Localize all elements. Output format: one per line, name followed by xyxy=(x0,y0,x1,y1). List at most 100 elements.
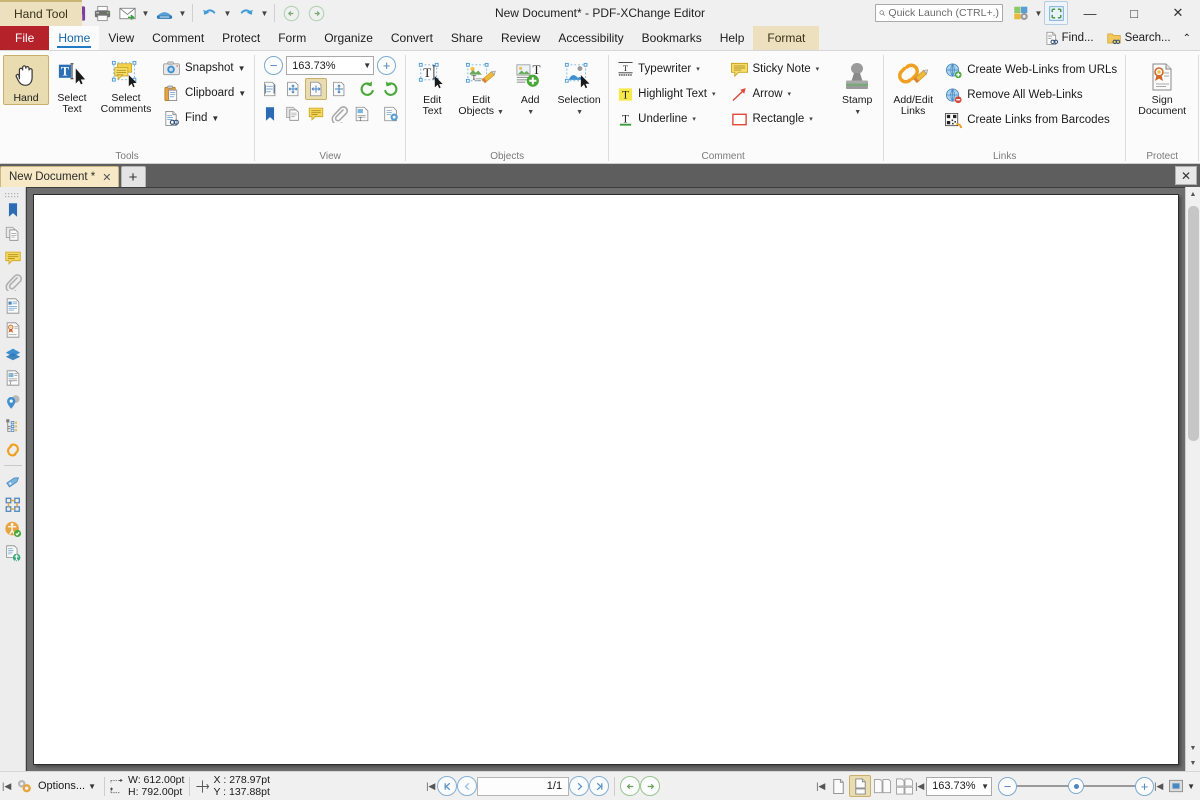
two-pages-icon[interactable] xyxy=(871,775,893,797)
menu-item-comment[interactable]: Comment xyxy=(143,26,213,50)
bookmarks-panel-icon[interactable] xyxy=(1,198,25,222)
add-edit-links-button[interactable]: Add/Edit Links xyxy=(887,57,939,118)
menu-item-file[interactable]: File xyxy=(0,26,50,50)
email-icon[interactable] xyxy=(115,1,139,25)
fullscreen-dropdown-caret-icon[interactable]: ▼ xyxy=(1187,782,1195,791)
vertical-scrollbar[interactable]: ▲ ▼ ▼ xyxy=(1185,187,1200,771)
sticky-note-button[interactable]: Sticky Note ▾ xyxy=(725,57,825,81)
menu-item-review[interactable]: Review xyxy=(492,26,549,50)
email-dropdown-caret-icon[interactable]: ▼ xyxy=(140,1,151,25)
first-page-button[interactable] xyxy=(437,776,458,796)
signatures-panel-icon[interactable] xyxy=(1,318,25,342)
redo-icon[interactable] xyxy=(234,1,258,25)
find-ribbon-button[interactable]: Find ▼ xyxy=(157,106,251,130)
two-pages-continuous-icon[interactable] xyxy=(893,775,915,797)
next-view-button[interactable] xyxy=(640,776,661,796)
thumbnails-panel-icon[interactable] xyxy=(1,222,25,246)
clipboard-dropdown-caret-icon[interactable]: ▼ xyxy=(238,89,246,98)
scan-dropdown-caret-icon[interactable]: ▼ xyxy=(177,1,188,25)
structure-panel-icon[interactable] xyxy=(1,414,25,438)
selection-button[interactable]: Selection ▼ xyxy=(553,57,605,119)
options-dropdown-caret-icon[interactable]: ▼ xyxy=(88,782,96,791)
fit-visible-icon[interactable] xyxy=(328,78,350,100)
comments-panel-icon[interactable] xyxy=(1,246,25,270)
typewriter-dropdown-caret-icon[interactable]: ▾ xyxy=(696,65,700,73)
selection-dropdown-caret-icon[interactable]: ▼ xyxy=(576,109,583,116)
sign-document-button[interactable]: Sign Document xyxy=(1131,57,1193,118)
zoom-in-button[interactable]: + xyxy=(377,56,397,75)
thumbnails-panel-icon[interactable] xyxy=(282,103,304,125)
document-tab-new-document[interactable]: New Document * ✕ xyxy=(0,166,119,187)
typewriter-button[interactable]: T Typewriter ▾ xyxy=(612,57,720,81)
edit-objects-button[interactable]: T Edit Objects ▼ xyxy=(455,57,507,119)
fullscreen-mode-icon[interactable] xyxy=(1165,775,1187,797)
menu-item-help[interactable]: Help xyxy=(711,26,754,50)
content-panel-icon[interactable]: T xyxy=(1,366,25,390)
create-links-from-barcodes-button[interactable]: Create Links from Barcodes xyxy=(939,108,1122,132)
scrollbar-thumb[interactable] xyxy=(1187,206,1199,441)
maximize-button[interactable]: □ xyxy=(1112,0,1156,26)
contextual-tab-format[interactable]: Format Hand Tool xyxy=(0,0,820,50)
underline-dropdown-caret-icon[interactable]: ▾ xyxy=(692,115,696,123)
search-button[interactable]: Search... xyxy=(1101,27,1176,49)
minimize-button[interactable]: — xyxy=(1068,0,1112,26)
rotate-right-icon[interactable] xyxy=(380,78,402,100)
menu-item-view[interactable]: View xyxy=(99,26,143,50)
rectangle-dropdown-caret-icon[interactable]: ▾ xyxy=(809,115,813,123)
actual-size-icon[interactable] xyxy=(259,78,281,100)
rotate-left-icon[interactable] xyxy=(357,78,379,100)
sticky-note-dropdown-caret-icon[interactable]: ▾ xyxy=(816,65,820,73)
menu-item-convert[interactable]: Convert xyxy=(382,26,442,50)
arrow-dropdown-caret-icon[interactable]: ▾ xyxy=(788,90,792,98)
undo-dropdown-caret-icon[interactable]: ▼ xyxy=(222,1,233,25)
clipboard-button[interactable]: Clipboard ▼ xyxy=(157,81,251,105)
tags-panel-icon[interactable] xyxy=(1,493,25,517)
stamp-button[interactable]: Stamp ▼ xyxy=(834,57,880,119)
chevron-down-icon[interactable]: ▼ xyxy=(981,782,989,791)
fit-width-icon[interactable] xyxy=(304,78,327,100)
highlight-text-dropdown-caret-icon[interactable]: ▾ xyxy=(712,90,716,98)
content-panel-icon[interactable]: T xyxy=(351,103,373,125)
underline-button[interactable]: T Underline ▾ xyxy=(612,107,720,131)
nav-group-grip[interactable]: |◀ xyxy=(426,781,437,792)
print-icon[interactable] xyxy=(90,1,114,25)
destinations-panel-icon[interactable] xyxy=(1,390,25,414)
find-dropdown-caret-icon[interactable]: ▼ xyxy=(211,114,219,123)
previous-page-button[interactable] xyxy=(457,776,478,796)
select-text-button[interactable]: T Select Text xyxy=(49,55,95,116)
layers-panel-icon[interactable] xyxy=(1,342,25,366)
single-page-continuous-icon[interactable] xyxy=(849,775,872,797)
pdf-page[interactable] xyxy=(33,194,1179,765)
links-panel-icon[interactable] xyxy=(1,438,25,462)
create-web-links-button[interactable]: Create Web-Links from URLs xyxy=(939,58,1122,82)
forward-icon[interactable] xyxy=(304,1,328,25)
attachments-panel-icon[interactable] xyxy=(328,103,350,125)
scroll-down-icon[interactable]: ▼ xyxy=(1185,741,1200,756)
menu-item-share[interactable]: Share xyxy=(442,26,492,50)
highlight-text-button[interactable]: T Highlight Text ▾ xyxy=(612,82,720,106)
reading-order-panel-icon[interactable] xyxy=(1,541,25,565)
back-icon[interactable] xyxy=(279,1,303,25)
layout-group-grip[interactable]: |◀ xyxy=(816,781,827,792)
close-document-button[interactable]: ✕ xyxy=(1175,166,1197,185)
statusbar-zoom-out-button[interactable]: − xyxy=(998,776,1018,796)
document-tab-close-icon[interactable]: ✕ xyxy=(100,171,113,184)
scan-icon[interactable] xyxy=(152,1,176,25)
fullscreen-icon[interactable] xyxy=(1044,1,1068,25)
page-number-input[interactable]: 1/1 xyxy=(477,776,570,796)
menu-item-organize[interactable]: Organize xyxy=(315,26,382,50)
chevron-down-icon[interactable]: ▼ xyxy=(363,61,371,70)
fit-page-icon[interactable] xyxy=(282,78,304,100)
find-button[interactable]: Find... xyxy=(1039,27,1099,49)
statusbar-zoom-combobox[interactable]: 163.73% ▼ xyxy=(926,776,993,796)
stamp-dropdown-caret-icon[interactable]: ▼ xyxy=(854,109,861,116)
snapshot-button[interactable]: Snapshot ▼ xyxy=(157,56,251,80)
hand-tool-button[interactable]: Hand xyxy=(3,55,49,105)
arrow-button[interactable]: Arrow ▾ xyxy=(725,82,825,106)
zoom-out-button[interactable]: − xyxy=(264,56,284,75)
comments-panel-icon[interactable] xyxy=(305,103,327,125)
menu-item-accessibility[interactable]: Accessibility xyxy=(549,26,632,50)
fields-panel-icon[interactable] xyxy=(1,294,25,318)
options-button[interactable]: Options... ▼ xyxy=(35,780,99,792)
remove-web-links-button[interactable]: Remove All Web-Links xyxy=(939,83,1122,107)
